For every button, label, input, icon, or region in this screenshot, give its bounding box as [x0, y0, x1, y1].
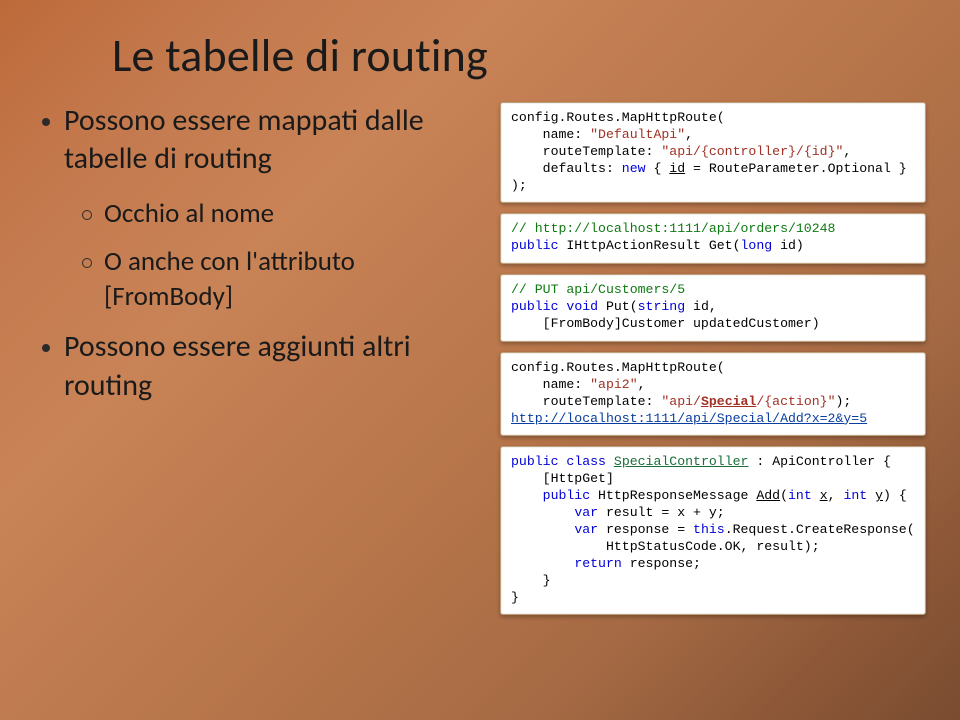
code-text: IHttpActionResult Get(: [558, 238, 740, 253]
code-underline: x: [820, 488, 828, 503]
code-text: Put(: [598, 299, 638, 314]
code-comment: // http://localhost:1111/api/orders/1024…: [511, 221, 835, 236]
code-underline: Add: [756, 488, 780, 503]
code-text: id): [772, 238, 804, 253]
code-text: ,: [828, 488, 844, 503]
code-text: name:: [511, 127, 590, 142]
code-text: );: [511, 178, 527, 193]
code-box-4: config.Routes.MapHttpRoute( name: "api2"…: [500, 352, 926, 437]
subbullet-2: O anche con l'attributo [FromBody]: [82, 245, 482, 314]
slide: Le tabelle di routing Possono essere map…: [0, 0, 960, 720]
bullet-ring-icon: [82, 210, 92, 220]
code-text: ,: [685, 127, 693, 142]
bullet-1-text: Possono essere mappati dalle tabelle di …: [64, 102, 482, 179]
code-text: {: [646, 161, 670, 176]
code-text: config.Routes.MapHttpRoute(: [511, 360, 725, 375]
bullet-ring-icon: [82, 258, 92, 268]
code-text: = RouteParameter.Optional }: [685, 161, 907, 176]
code-text: [812, 488, 820, 503]
bullet-dot-icon: [42, 344, 50, 352]
code-string: "DefaultApi": [590, 127, 685, 142]
code-text: [FromBody]Customer updatedCustomer): [511, 316, 820, 331]
code-keyword: int: [843, 488, 867, 503]
code-text: : ApiController {: [748, 454, 890, 469]
code-keyword: return: [574, 556, 621, 571]
code-text: );: [836, 394, 852, 409]
subbullet-1-text: Occhio al nome: [104, 197, 274, 232]
columns: Possono essere mappati dalle tabelle di …: [42, 102, 918, 615]
bullet-dot-icon: [42, 118, 50, 126]
code-text: name:: [511, 377, 590, 392]
code-text: [HttpGet]: [511, 471, 614, 486]
code-keyword: public: [511, 238, 558, 253]
bullet-2: Possono essere aggiunti altri routing: [42, 328, 482, 405]
code-text: [606, 454, 614, 469]
code-text: routeTemplate:: [511, 144, 661, 159]
code-text: [511, 488, 543, 503]
code-text: result = x + y;: [598, 505, 725, 520]
code-keyword: new: [622, 161, 646, 176]
code-text: ,: [638, 377, 646, 392]
code-comment: // PUT api/Customers/5: [511, 282, 685, 297]
code-text: [511, 556, 574, 571]
bullet-2-text: Possono essere aggiunti altri routing: [64, 328, 482, 405]
code-keyword: int: [788, 488, 812, 503]
code-keyword: public: [543, 488, 590, 503]
subbullet-1: Occhio al nome: [82, 197, 482, 232]
code-link: http://localhost:1111/api/Special/Add?x=…: [511, 411, 867, 426]
code-keyword: this: [693, 522, 725, 537]
code-text: routeTemplate:: [511, 394, 661, 409]
code-text: HttpResponseMessage: [590, 488, 756, 503]
code-keyword: var: [574, 522, 598, 537]
code-text: response;: [622, 556, 701, 571]
code-box-1: config.Routes.MapHttpRoute( name: "Defau…: [500, 102, 926, 203]
code-classname: SpecialController: [614, 454, 749, 469]
code-underline: y: [875, 488, 883, 503]
code-keyword: void: [566, 299, 598, 314]
code-text: }: [511, 590, 519, 605]
code-text: defaults:: [511, 161, 622, 176]
left-column: Possono essere mappati dalle tabelle di …: [42, 102, 482, 615]
code-text: [511, 522, 574, 537]
code-string: "api/{controller}/{id}": [661, 144, 843, 159]
code-text: (: [780, 488, 788, 503]
code-text: id,: [685, 299, 717, 314]
code-keyword: string: [638, 299, 685, 314]
code-text: }: [511, 573, 551, 588]
code-keyword: var: [574, 505, 598, 520]
code-box-5: public class SpecialController : ApiCont…: [500, 446, 926, 615]
code-underline: id: [669, 161, 685, 176]
slide-title: Le tabelle di routing: [112, 28, 918, 84]
code-text: HttpStatusCode.OK, result);: [511, 539, 820, 554]
code-text: .Request.CreateResponse(: [725, 522, 915, 537]
code-text: config.Routes.MapHttpRoute(: [511, 110, 725, 125]
code-string: "api2": [590, 377, 637, 392]
code-keyword: public: [511, 299, 558, 314]
right-column: config.Routes.MapHttpRoute( name: "Defau…: [500, 102, 926, 615]
code-text: ,: [843, 144, 851, 159]
code-keyword: public: [511, 454, 558, 469]
code-text: [867, 488, 875, 503]
code-string: /{action}": [756, 394, 835, 409]
subbullet-2-text: O anche con l'attributo [FromBody]: [104, 245, 482, 314]
code-string-bold: Special: [701, 394, 756, 409]
code-string: "api/: [661, 394, 701, 409]
code-text: ) {: [883, 488, 907, 503]
code-box-2: // http://localhost:1111/api/orders/1024…: [500, 213, 926, 264]
code-keyword: class: [566, 454, 606, 469]
code-box-3: // PUT api/Customers/5 public void Put(s…: [500, 274, 926, 342]
code-keyword: long: [741, 238, 773, 253]
bullet-1: Possono essere mappati dalle tabelle di …: [42, 102, 482, 179]
code-text: [511, 505, 574, 520]
code-text: response =: [598, 522, 693, 537]
